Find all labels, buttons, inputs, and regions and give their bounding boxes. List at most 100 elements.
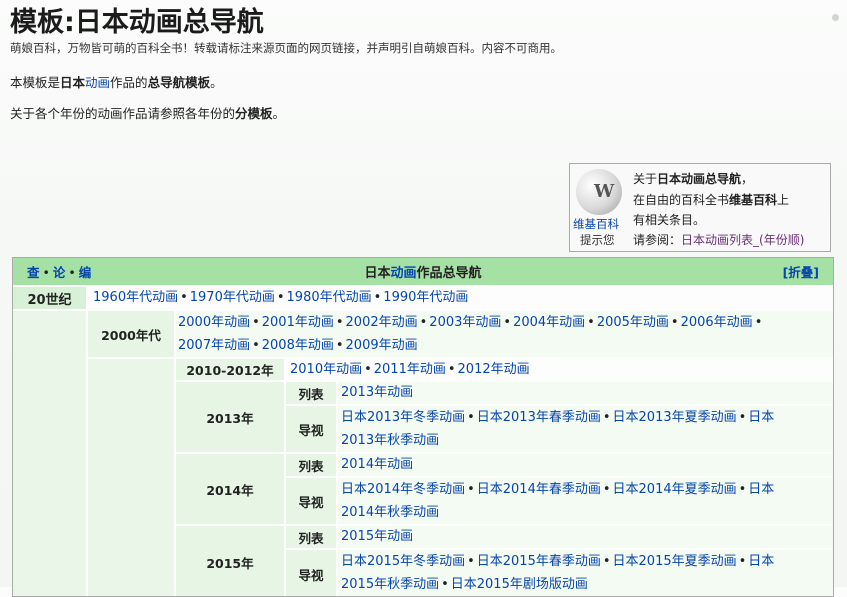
year-link[interactable]: 2014年动画: [341, 457, 413, 472]
wb-line1-end: ，: [741, 172, 754, 186]
year-link[interactable]: 2011年动画: [374, 362, 446, 377]
group-2014: 2014年: [176, 454, 284, 524]
list-label-2015: 列表: [286, 526, 336, 548]
guide-2015-line1: 日本2015年冬季动画 • 日本2015年春季动画 • 日本2015年夏季动画 • 日本: [341, 554, 775, 569]
page-title: 模板:日本动画总导航: [10, 7, 264, 38]
decade-link[interactable]: 1970年代动画: [190, 290, 275, 305]
guide-label-2013: 导视: [286, 406, 336, 452]
wb-line2-bold: 维基百科: [729, 193, 778, 207]
season-link[interactable]: 日本2014年春季动画: [477, 482, 601, 497]
group-2010s-strip: [88, 359, 174, 596]
year-link[interactable]: 2005年动画: [597, 315, 669, 330]
year-link[interactable]: 2002年动画: [346, 315, 418, 330]
anime-navbox: 查 • 论 • 编 日本动画作品总导航 [折叠] 20世纪 1960年代动画 • 1970年…: [12, 257, 834, 597]
group-20th-century: 20世纪: [13, 287, 86, 309]
season-link[interactable]: 日本2015年夏季动画: [613, 554, 737, 569]
para1-text-mid: 作品的: [110, 75, 148, 90]
guide-label-2015: 导视: [286, 550, 336, 596]
list-2000s-line2: 2007年动画 • 2008年动画 • 2009年动画: [178, 338, 418, 353]
year-link[interactable]: 2015年动画: [341, 529, 413, 544]
site-subtitle: 萌娘百科，万物皆可萌的百科全书！转载请标注来源页面的网页链接，并声明引自萌娘百科…: [10, 41, 562, 55]
season-link[interactable]: 日本2015年冬季动画: [341, 554, 465, 569]
guide-2015: 日本2015年冬季动画 • 日本2015年春季动画 • 日本2015年夏季动画 • 日本 2…: [338, 550, 833, 596]
guide-2015-line2: 2015年秋季动画 • 日本2015年剧场版动画: [341, 577, 588, 592]
year-link[interactable]: 2004年动画: [513, 315, 585, 330]
guide-2014-line2: 2014年秋季动画: [341, 501, 830, 524]
subtemplate-paragraph: 关于各个年份的动画作品请参照各年份的分模板。: [10, 103, 285, 122]
season-link[interactable]: 日本: [748, 554, 774, 569]
wb-line2-pre: 在自由的百科全书: [633, 193, 730, 207]
wb-line1-bold: 日本动画总导航: [657, 172, 742, 186]
season-link[interactable]: 2014年秋季动画: [341, 505, 439, 520]
navbox-anime-link[interactable]: 动画: [390, 266, 416, 281]
season-link[interactable]: 日本2015年春季动画: [477, 554, 601, 569]
year-link[interactable]: 2009年动画: [346, 338, 418, 353]
wikibox-line3: 有相关条目。: [633, 213, 706, 227]
season-link[interactable]: 日本2013年夏季动画: [613, 410, 737, 425]
group-2013: 2013年: [176, 382, 284, 452]
para1-end: 。: [210, 75, 223, 90]
guide-2014-line1: 日本2014年冬季动画 • 日本2014年春季动画 • 日本2014年夏季动画 • 日本: [341, 482, 775, 497]
season-link[interactable]: 日本2014年夏季动画: [613, 482, 737, 497]
year-link[interactable]: 2012年动画: [458, 362, 530, 377]
list-20th-century: 1960年代动画 • 1970年代动画 • 1980年代动画 • 1990年代动画: [88, 287, 833, 309]
list-2015: 2015年动画: [338, 526, 833, 548]
navbox-title-post: 作品总导航: [416, 266, 482, 281]
season-link[interactable]: 日本: [748, 482, 774, 497]
year-link[interactable]: 2006年动画: [681, 315, 753, 330]
wikibox-line2: 在自由的百科全书维基百科上: [633, 191, 789, 208]
season-link[interactable]: 日本: [748, 410, 774, 425]
decade-link[interactable]: 1990年代动画: [383, 290, 468, 305]
list-label-2014: 列表: [286, 454, 336, 476]
decade-link[interactable]: 1980年代动画: [287, 290, 372, 305]
year-link[interactable]: 2013年动画: [341, 385, 413, 400]
wikibox-line1: 关于日本动画总导航，: [633, 170, 753, 187]
year-link[interactable]: 2001年动画: [262, 315, 334, 330]
wb-line4-pre: 请参阅：: [633, 233, 682, 247]
wikipedia-globe-icon: W: [576, 169, 622, 215]
wikipedia-hint: 提示您: [580, 233, 615, 247]
guide-2013-line2: 2013年秋季动画: [341, 429, 830, 452]
wikipedia-article-link[interactable]: 日本动画列表_(年份顺): [681, 233, 804, 247]
guide-2013: 日本2013年冬季动画 • 日本2013年春季动画 • 日本2013年夏季动画 • 日本 2…: [338, 406, 833, 452]
list-2000s-line1: 2000年动画 • 2001年动画 • 2002年动画 • 2003年动画 • 2004年动画 •…: [178, 315, 763, 330]
list-label-2013: 列表: [286, 382, 336, 404]
guide-2013-line1: 日本2013年冬季动画 • 日本2013年春季动画 • 日本2013年夏季动画 • 日本: [341, 410, 775, 425]
season-link[interactable]: 日本2013年冬季动画: [341, 410, 465, 425]
para2-end: 。: [272, 106, 286, 121]
year-link[interactable]: 2003年动画: [429, 315, 501, 330]
group-21st-century-strip: [13, 311, 86, 596]
list-2013: 2013年动画: [338, 382, 833, 404]
navbox-title-pre: 日本: [364, 266, 391, 281]
wb-line2-end: 上: [777, 193, 790, 207]
movie-link[interactable]: 日本2015年剧场版动画: [451, 577, 588, 592]
list-2000s: 2000年动画 • 2001年动画 • 2002年动画 • 2003年动画 • 2004年动画 •…: [176, 311, 833, 357]
wikipedia-notice-box: W 维基百科 提示您 关于日本动画总导航， 在自由的百科全书维基百科上 有相关条…: [569, 163, 831, 252]
para1-text: 本模板是: [10, 75, 61, 90]
season-link[interactable]: 2013年秋季动画: [341, 433, 439, 448]
list-2010-2012: 2010年动画 • 2011年动画 • 2012年动画: [286, 359, 833, 380]
season-link[interactable]: 日本2014年冬季动画: [341, 482, 465, 497]
para1-bold-japan: 日本: [60, 75, 86, 90]
para2-bold: 分模板: [235, 106, 273, 121]
season-link[interactable]: 日本2013年春季动画: [477, 410, 601, 425]
year-link[interactable]: 2007年动画: [178, 338, 250, 353]
group-2010-2012: 2010-2012年: [176, 359, 284, 380]
year-link[interactable]: 2000年动画: [178, 315, 250, 330]
anime-link[interactable]: 动画: [85, 75, 110, 90]
wikipedia-link[interactable]: 维基百科: [573, 216, 619, 232]
wb-line1-pre: 关于: [633, 172, 658, 186]
wikibox-line4: 请参阅：日本动画列表_(年份顺): [633, 231, 804, 248]
season-link[interactable]: 2015年秋季动画: [341, 577, 439, 592]
year-link[interactable]: 2010年动画: [290, 362, 362, 377]
navbox-title: 日本动画作品总导航: [13, 262, 833, 281]
group-2000s: 2000年代: [88, 311, 174, 357]
guide-label-2014: 导视: [286, 478, 336, 524]
guide-2014: 日本2014年冬季动画 • 日本2014年春季动画 • 日本2014年夏季动画 • 日本 2…: [338, 478, 833, 524]
wikipedia-logo-letter: W: [594, 181, 615, 202]
collapse-toggle[interactable]: [折叠]: [783, 262, 819, 281]
decade-link[interactable]: 1960年代动画: [93, 290, 178, 305]
group-2015: 2015年: [176, 526, 284, 596]
year-link[interactable]: 2008年动画: [262, 338, 334, 353]
list-2014: 2014年动画: [338, 454, 833, 476]
